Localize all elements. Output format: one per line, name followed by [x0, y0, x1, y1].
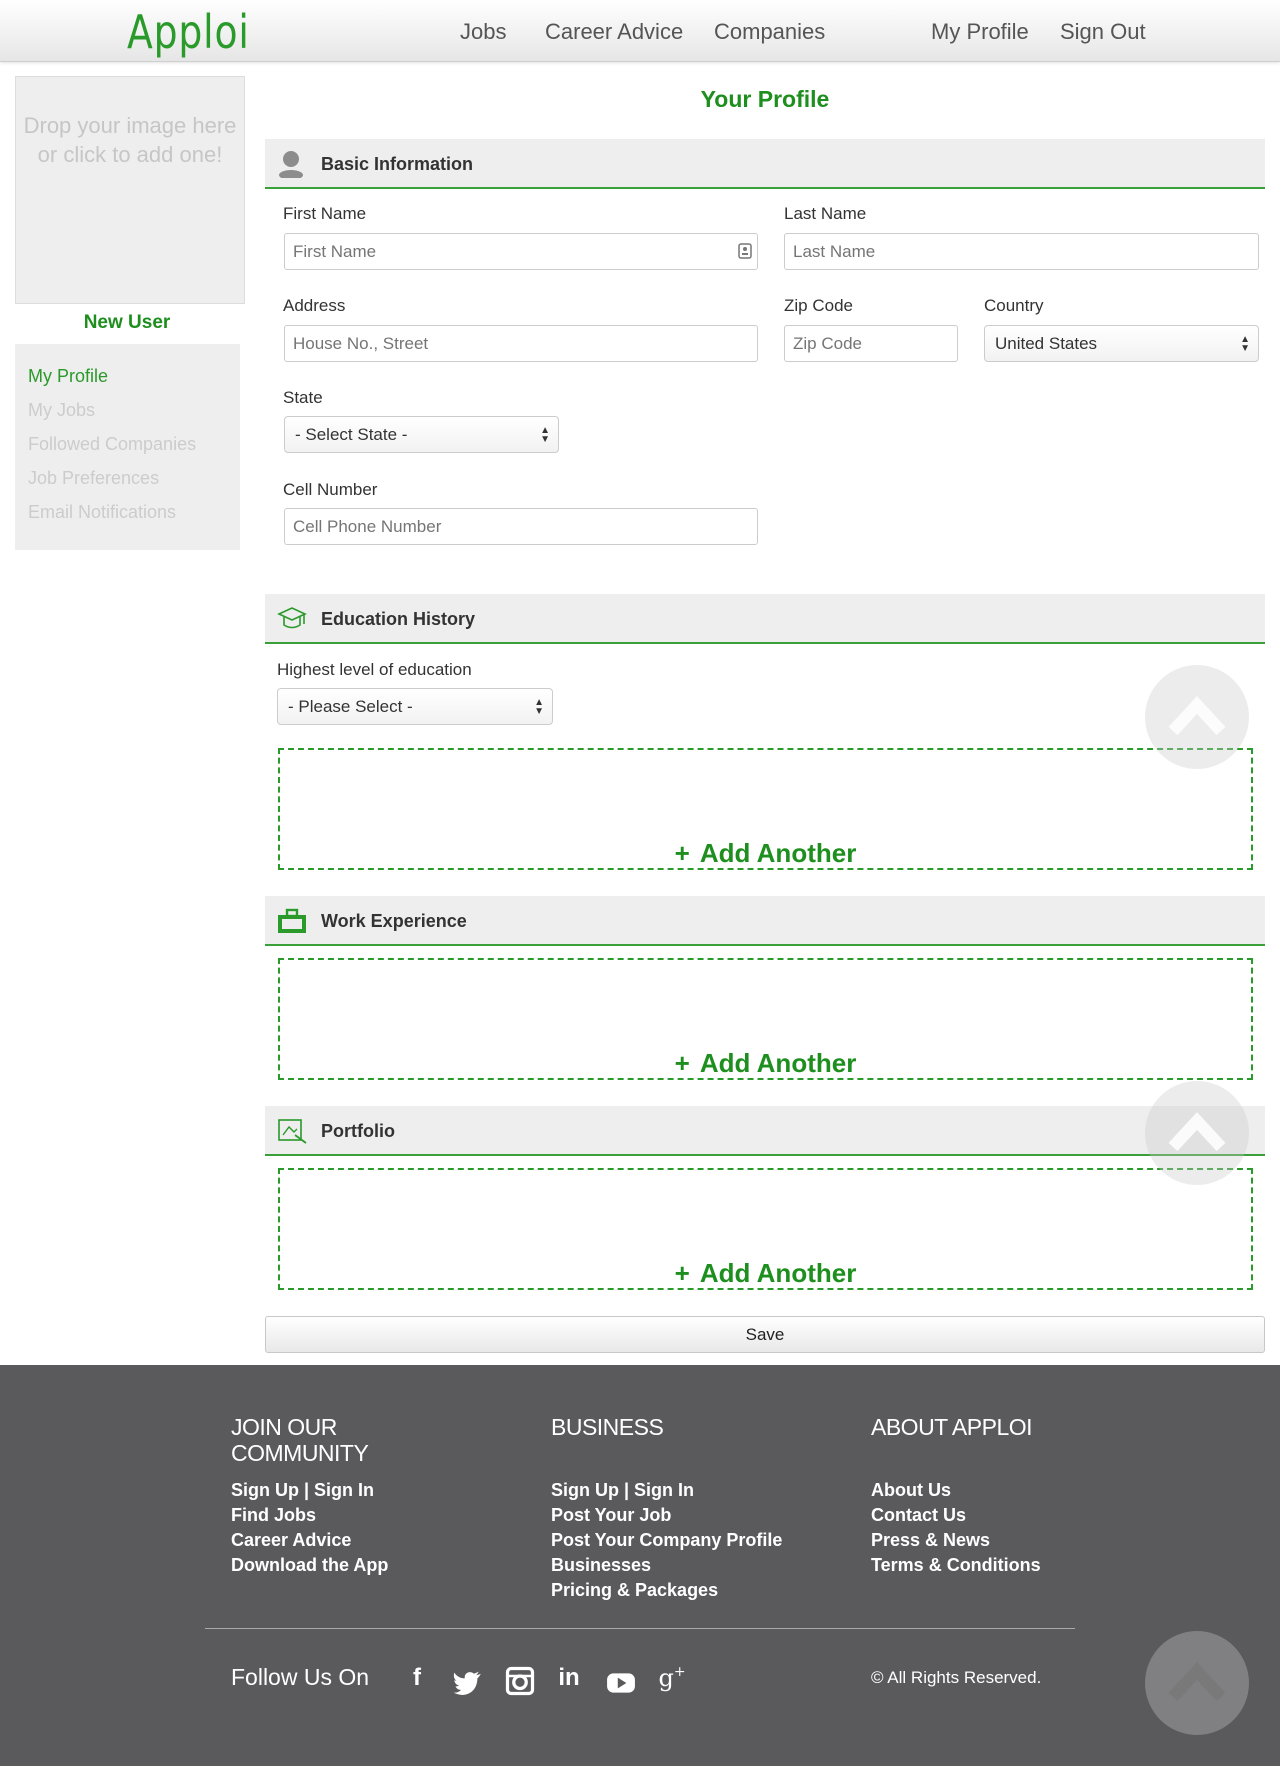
education-level-select[interactable]: - Please Select - ▲ ▼: [277, 688, 553, 725]
address-label: Address: [283, 296, 346, 315]
sidebar-item-my-profile[interactable]: My Profile: [15, 366, 240, 400]
education-level-value: - Please Select -: [288, 697, 413, 716]
last-name-label: Last Name: [784, 204, 867, 223]
graduation-cap-icon: [277, 607, 307, 629]
apploi-logo[interactable]: Apploi: [127, 6, 250, 58]
address-input[interactable]: [284, 325, 758, 362]
education-level-label: Highest level of education: [277, 660, 472, 679]
footer-link-terms[interactable]: Terms & Conditions: [871, 1553, 1041, 1578]
chevron-up-icon: [1168, 1112, 1226, 1152]
footer-link-press-news[interactable]: Press & News: [871, 1528, 990, 1553]
section-title: Work Experience: [321, 911, 467, 931]
portfolio-icon: [278, 1119, 307, 1144]
sidebar-item-job-preferences[interactable]: Job Preferences: [15, 468, 240, 502]
state-label: State: [283, 388, 323, 407]
country-label: Country: [984, 296, 1044, 315]
basic-information-header: Basic Information: [265, 139, 1265, 189]
sidebar-item-my-jobs[interactable]: My Jobs: [15, 400, 240, 434]
page-title: Your Profile: [700, 86, 830, 112]
footer-link-about-us[interactable]: About Us: [871, 1478, 951, 1503]
instagram-icon[interactable]: [505, 1666, 535, 1696]
footer-community-signin-link[interactable]: Sign In: [314, 1480, 374, 1500]
copyright-text: © All Rights Reserved.: [871, 1668, 1042, 1687]
nav-jobs[interactable]: Jobs: [460, 19, 506, 45]
add-another-label: Add Another: [699, 1258, 857, 1288]
zip-code-label: Zip Code: [784, 296, 853, 315]
footer-business-auth: Sign Up | Sign In: [551, 1480, 695, 1500]
contact-card-icon: [738, 243, 752, 259]
briefcase-icon: [278, 908, 306, 933]
footer-business-signin-link[interactable]: Sign In: [634, 1480, 694, 1500]
footer-link-contact-us[interactable]: Contact Us: [871, 1503, 966, 1528]
footer-community-signup-link[interactable]: Sign Up: [231, 1480, 299, 1500]
user-icon: [279, 151, 303, 178]
nav-companies[interactable]: Companies: [714, 19, 825, 45]
portfolio-header: Portfolio: [265, 1106, 1265, 1156]
chevron-up-icon: [1168, 1662, 1226, 1702]
select-arrows-icon: ▲ ▼: [534, 697, 544, 717]
scroll-to-top-button[interactable]: [1145, 665, 1249, 769]
state-select[interactable]: - Select State - ▲ ▼: [284, 416, 559, 453]
profile-image-dropzone[interactable]: Drop your image here or click to add one…: [15, 76, 245, 304]
state-value: - Select State -: [295, 425, 408, 444]
sidebar-menu: My Profile My Jobs Followed Companies Jo…: [15, 344, 240, 550]
footer-link-post-company-profile[interactable]: Post Your Company Profile: [551, 1528, 782, 1553]
youtube-icon[interactable]: [606, 1668, 636, 1698]
footer-business-title: BUSINESS: [551, 1414, 664, 1440]
footer-community-title: JOIN OUR COMMUNITY: [231, 1414, 369, 1466]
sidebar-item-followed-companies[interactable]: Followed Companies: [15, 434, 240, 468]
scroll-to-top-button[interactable]: [1145, 1631, 1249, 1735]
section-title: Basic Information: [321, 154, 474, 174]
footer-link-post-job[interactable]: Post Your Job: [551, 1503, 671, 1528]
cell-number-label: Cell Number: [283, 480, 378, 499]
first-name-input[interactable]: [284, 233, 758, 270]
twitter-icon[interactable]: [452, 1668, 482, 1698]
chevron-up-icon: [1168, 696, 1226, 736]
footer-link-businesses[interactable]: Businesses: [551, 1553, 651, 1578]
country-select[interactable]: United States ▲ ▼: [984, 325, 1259, 362]
work-experience-header: Work Experience: [265, 896, 1265, 946]
country-value: United States: [995, 334, 1098, 353]
add-education-button[interactable]: + Add Another: [278, 748, 1253, 870]
add-another-label: Add Another: [699, 838, 857, 868]
footer-business-signup-link[interactable]: Sign Up: [551, 1480, 619, 1500]
add-work-experience-button[interactable]: + Add Another: [278, 958, 1253, 1080]
scroll-to-top-button[interactable]: [1145, 1081, 1249, 1185]
footer-link-download-app[interactable]: Download the App: [231, 1553, 388, 1578]
section-title: Education History: [321, 609, 476, 629]
footer-divider: [205, 1628, 1075, 1629]
footer-link-pricing[interactable]: Pricing & Packages: [551, 1578, 718, 1603]
education-history-header: Education History: [265, 594, 1265, 644]
select-arrows-icon: ▲ ▼: [1240, 334, 1250, 354]
nav-my-profile[interactable]: My Profile: [931, 19, 1029, 45]
footer-community-auth: Sign Up | Sign In: [231, 1480, 375, 1500]
save-button[interactable]: Save: [265, 1316, 1265, 1353]
user-name: New User: [83, 312, 171, 333]
linkedin-icon[interactable]: in: [554, 1664, 584, 1694]
follow-us-label: Follow Us On: [231, 1664, 370, 1690]
footer-about-title: ABOUT APPLOI: [871, 1414, 1033, 1440]
add-portfolio-button[interactable]: + Add Another: [278, 1168, 1253, 1290]
top-navbar: Apploi Jobs Career Advice Companies My P…: [0, 0, 1280, 62]
plus-icon: +: [674, 1258, 690, 1288]
cell-number-input[interactable]: [284, 508, 758, 545]
footer-link-career-advice[interactable]: Career Advice: [231, 1528, 351, 1553]
add-another-label: Add Another: [699, 1048, 857, 1078]
facebook-icon[interactable]: f: [402, 1664, 432, 1694]
first-name-label: First Name: [283, 204, 367, 223]
footer-link-find-jobs[interactable]: Find Jobs: [231, 1503, 316, 1528]
nav-career-advice[interactable]: Career Advice: [545, 19, 683, 45]
plus-icon: +: [674, 838, 690, 868]
sidebar-item-email-notifications[interactable]: Email Notifications: [15, 502, 240, 536]
zip-code-input[interactable]: [784, 325, 958, 362]
plus-icon: +: [674, 1048, 690, 1078]
last-name-input[interactable]: [784, 233, 1259, 270]
section-title: Portfolio: [321, 1121, 395, 1141]
google-plus-icon[interactable]: g+: [657, 1664, 687, 1694]
nav-sign-out[interactable]: Sign Out: [1060, 19, 1146, 45]
select-arrows-icon: ▲ ▼: [540, 425, 550, 445]
